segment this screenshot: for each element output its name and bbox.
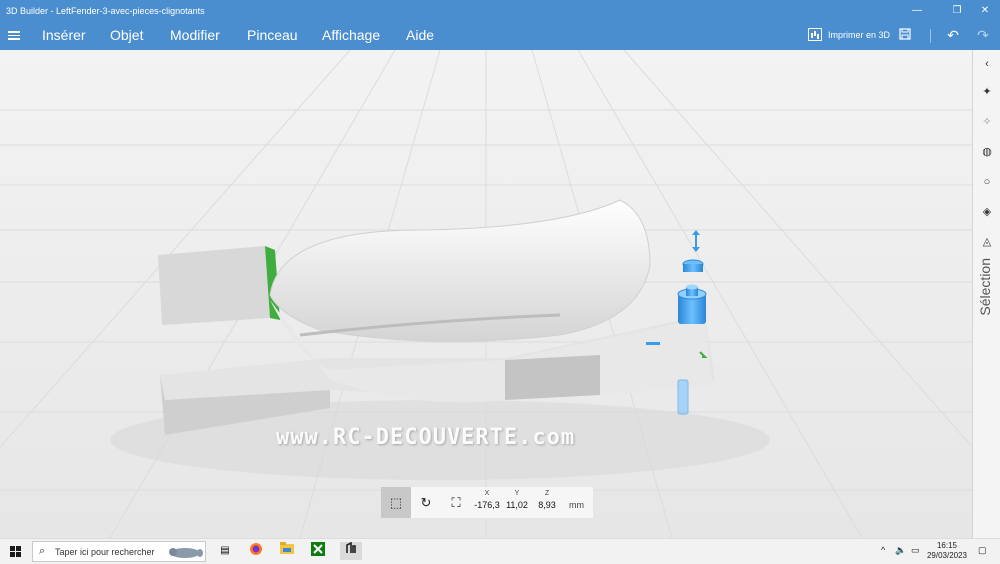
select-all-icon[interactable]: ✦ [979,84,995,100]
minimize-button[interactable]: — [902,0,932,22]
selection-rail: ‹ ✦ ✧ ◍ ○ ◈ ◬ Sélection [972,50,1000,538]
xbox-icon[interactable] [309,542,327,560]
title-bar: 3D Builder - LeftFender-3-avec-pieces-cl… [0,0,1000,22]
window-title: 3D Builder - LeftFender-3-avec-pieces-cl… [6,6,205,16]
coord-y-value[interactable]: 11,02 [501,500,533,510]
left-block [158,246,270,325]
clock-time: 16:15 [936,541,958,550]
tray-chevron-icon[interactable]: ^ [881,545,885,555]
select-faces-icon[interactable]: ◍ [979,144,995,160]
menu-objet[interactable]: Objet [110,27,143,43]
coord-x-label: X [484,490,490,497]
search-icon: ⌕ [39,545,46,557]
clock-date: 29/03/2023 [926,551,968,560]
notifications-icon[interactable]: ▢ [978,545,987,556]
windows-start-icon[interactable] [10,546,21,557]
manatee-icon [169,548,203,558]
close-button[interactable]: ✕ [970,0,1000,22]
network-icon[interactable]: ▭ [911,545,920,556]
coord-x[interactable]: X -176,3 [471,490,503,510]
select-objects-icon[interactable]: ✧ [979,114,995,130]
toolbar-divider [930,29,931,43]
menu-inserer[interactable]: Insérer [42,27,86,43]
firefox-icon[interactable] [247,542,265,560]
select-circle-icon[interactable]: ○ [979,174,995,190]
save-icon[interactable] [897,27,913,43]
3d-viewport[interactable]: www.RC-DECOUVERTE.com [0,50,972,538]
taskbar-search-box[interactable]: ⌕ Taper ici pour rechercher [32,541,206,562]
taskbar-clock[interactable]: 16:15 29/03/2023 [925,541,969,561]
3d-builder-icon[interactable] [340,541,362,560]
print-3d-button[interactable]: Imprimer en 3D [808,28,890,41]
coord-z[interactable]: Z 8,93 [531,490,563,510]
volume-icon[interactable]: 🔈 [895,545,906,556]
transform-toolbar: ⬚ ↻ ⛶ X -176,3 Y 11,02 Z 8,93 mm [381,487,593,518]
select-edges-icon[interactable]: ◈ [979,204,995,220]
search-placeholder: Taper ici pour rechercher [55,547,155,557]
taskbar: ⌕ Taper ici pour rechercher ▤ ^ 🔈 ▭ 16:1… [0,538,1000,564]
undo-icon[interactable]: ↶ [945,27,961,43]
collapse-icon[interactable]: ‹ [979,56,995,72]
opening [505,355,600,400]
menu-modifier[interactable]: Modifier [170,27,220,43]
menu-pinceau[interactable]: Pinceau [247,27,298,43]
file-explorer-icon[interactable] [278,542,296,560]
selection-label: Sélection [977,258,993,316]
move-icon[interactable]: ⬚ [381,487,411,518]
coord-z-label: Z [544,490,550,497]
unit-label: mm [569,500,584,510]
scale-icon[interactable]: ⛶ [441,487,471,518]
watermark-text: www.RC-DECOUVERTE.com [276,425,576,450]
menu-bar: Insérer Objet Modifier Pinceau Affichage… [0,22,1000,50]
select-vertices-icon[interactable]: ◬ [979,234,995,250]
menu-aide[interactable]: Aide [406,27,434,43]
print-3d-icon [808,28,822,41]
maximize-button[interactable]: ❐ [942,0,972,22]
coord-z-value[interactable]: 8,93 [531,500,563,510]
scene-svg [0,50,972,538]
rotate-icon[interactable]: ↻ [411,487,441,518]
hamburger-menu-icon[interactable] [8,29,20,43]
coord-y-label: Y [514,490,520,497]
redo-icon[interactable]: ↷ [975,27,991,43]
task-view-icon[interactable]: ▤ [216,542,234,560]
coord-x-value[interactable]: -176,3 [471,500,503,510]
print-3d-label: Imprimer en 3D [828,30,891,40]
menu-affichage[interactable]: Affichage [322,27,380,43]
coord-y[interactable]: Y 11,02 [501,490,533,510]
